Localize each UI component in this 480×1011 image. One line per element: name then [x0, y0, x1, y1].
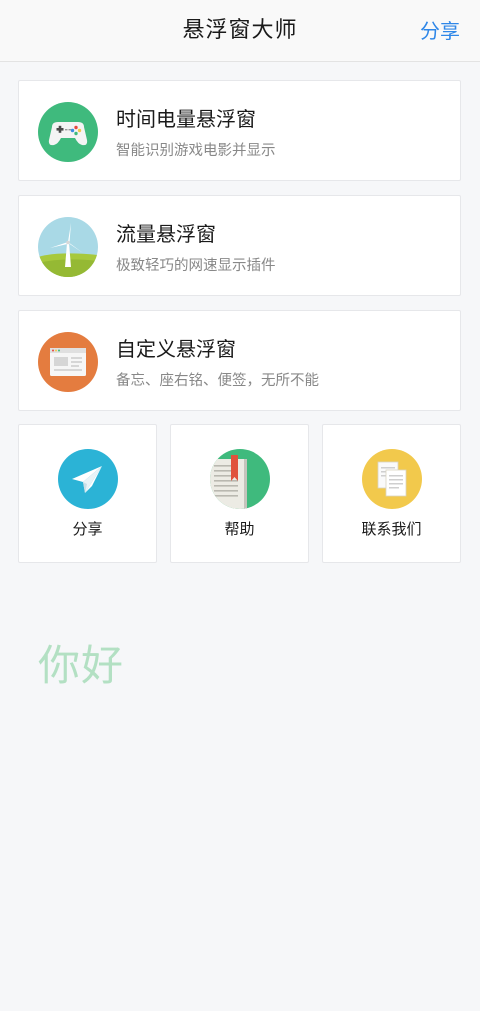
book-icon [210, 449, 270, 509]
app-header: 悬浮窗大师 分享 [0, 0, 480, 62]
card-description: 智能识别游戏电影并显示 [116, 143, 276, 159]
card-title: 时间电量悬浮窗 [116, 107, 256, 131]
tile-label: 帮助 [224, 520, 255, 538]
tile-share[interactable]: 分享 [18, 424, 157, 563]
tile-label: 分享 [72, 520, 103, 538]
card-time-battery-window[interactable]: 时间电量悬浮窗 智能识别游戏电影并显示 [18, 80, 461, 181]
documents-icon [362, 449, 422, 509]
card-custom-window[interactable]: 自定义悬浮窗 备忘、座右铭、便签，无所不能 [18, 310, 461, 411]
card-traffic-window[interactable]: 流量悬浮窗 极致轻巧的网速显示插件 [18, 195, 461, 296]
share-button[interactable]: 分享 [420, 0, 460, 62]
tile-help[interactable]: 帮助 [170, 424, 309, 563]
paper-plane-icon [58, 449, 118, 509]
card-title: 自定义悬浮窗 [116, 337, 236, 361]
greeting-text: 你好 [38, 641, 125, 690]
tile-contact-us[interactable]: 联系我们 [322, 424, 461, 563]
gamepad-icon [38, 102, 98, 162]
tile-label: 联系我们 [361, 520, 422, 538]
windmill-icon [38, 217, 98, 277]
card-description: 极致轻巧的网速显示插件 [116, 258, 276, 274]
browser-window-icon [38, 332, 98, 392]
card-description: 备忘、座右铭、便签，无所不能 [116, 373, 319, 389]
card-title: 流量悬浮窗 [116, 222, 216, 246]
page-title: 悬浮窗大师 [182, 18, 298, 43]
